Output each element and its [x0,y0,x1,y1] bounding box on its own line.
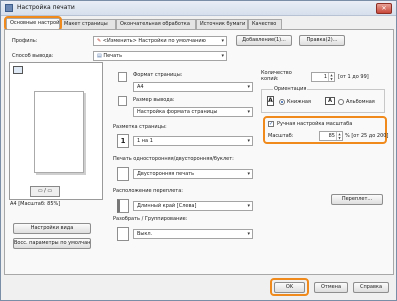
landscape-radio[interactable] [338,99,344,105]
chevron-down-icon: ▾ [247,109,250,115]
tab-finishing[interactable]: Окончательная обработка [116,19,196,29]
portrait-radio[interactable] [279,99,285,105]
portrait-icon: A [267,96,274,106]
duplex-select[interactable]: Двусторонняя печать ▾ [133,169,253,179]
tab-page-layout[interactable]: Макет страницы [60,19,116,29]
binding-value: Длинный край [Слева] [137,203,197,209]
copies-range: [от 1 до 99] [338,74,369,80]
page-layout-label: Разметка страницы: [113,124,167,130]
collate-select[interactable]: Выкл. ▾ [133,229,253,239]
chevron-down-icon: ▾ [247,231,250,237]
output-method-select[interactable]: ▤ Печать ▾ [93,51,227,61]
output-size-select[interactable]: Настройка формата страницы ▾ [133,107,253,117]
page-format-icon [118,72,127,82]
copies-stepper[interactable]: 1 ▲ ▼ [311,72,335,82]
preview-page [34,91,84,173]
cancel-button[interactable]: Отмена [314,282,348,293]
add-profile-button[interactable]: Добавление(1)... [236,35,292,46]
portrait-label: Книжная [287,99,311,105]
output-size-label: Размер вывода: [133,97,175,103]
collate-value: Выкл. [137,231,153,237]
output-method-label: Способ вывода: [12,53,54,59]
collate-label: Разобрать / Группирование: [113,216,188,222]
page-format-select[interactable]: A4 ▾ [133,82,253,92]
landscape-icon: A [325,97,335,105]
duplex-icon [117,167,129,181]
basic-settings-panel: Профиль: ✎ <Изменить> Настройки по умолч… [4,29,394,275]
orientation-label: Ориентация [273,86,308,92]
binding-select[interactable]: Длинный край [Слева] ▾ [133,201,253,211]
scale-range: % [от 25 до 200] [345,133,389,139]
printer-icon [5,4,13,12]
duplex-value: Двусторонняя печать [137,171,195,177]
page-layout-value: 1 на 1 [137,138,153,144]
binding-button[interactable]: Переплет... [331,194,383,205]
scale-label: Масштаб: [268,133,294,139]
binding-label: Расположение переплета: [113,188,183,194]
output-method-value: Печать [103,53,123,59]
title-bar: Настройка печати ✕ [1,1,396,16]
chevron-down-icon: ▾ [247,138,250,144]
manual-scaling-label: Ручная настройка масштаба [277,121,353,127]
tab-paper-source[interactable]: Источник бумаги [196,19,248,29]
output-size-icon [118,96,127,106]
help-button[interactable]: Справка [353,282,389,293]
scale-stepper[interactable]: 85 ▲ ▼ [319,131,343,141]
chevron-down-icon: ▾ [221,38,224,44]
page-preview: ▭ / ▭ [9,62,103,200]
edit-profile-button[interactable]: Правка(2)... [299,35,345,46]
profile-value: <Изменить> Настройки по умолчанию [102,38,206,44]
restore-defaults-button[interactable]: Восс. параметры по умолчанию [13,238,91,249]
duplex-label: Печать односторонняя/двусторонняя/буклет… [113,156,234,162]
page-format-label: Формат страницы: [133,72,183,78]
preview-caption: A4 [Масштаб: 85%] [10,201,61,207]
chevron-down-icon: ▾ [247,203,250,209]
scale-value: 85 [328,133,335,139]
page-format-value: A4 [137,84,144,90]
stepper-arrows-icon[interactable]: ▲ ▼ [328,73,334,81]
manual-scaling-checkbox[interactable]: ✓ [268,121,274,127]
collate-icon [117,227,129,241]
binding-icon [117,199,129,213]
print-settings-window: Настройка печати ✕ Основные настройки Ма… [0,0,397,301]
profile-label: Профиль: [12,38,38,44]
layout-1up-icon: 1 [117,134,129,148]
preview-toggle-buttons[interactable]: ▭ / ▭ [30,186,60,197]
close-button[interactable]: ✕ [376,3,392,14]
copies-value: 1 [323,74,327,80]
profile-select[interactable]: ✎ <Изменить> Настройки по умолчанию ▾ [93,36,227,46]
view-settings-button[interactable]: Настройки вида [13,223,91,234]
stepper-arrows-icon[interactable]: ▲ ▼ [336,132,342,140]
ok-button[interactable]: OK [274,282,305,293]
landscape-label: Альбомная [346,99,375,105]
copies-label: Количество копий: [261,70,292,82]
page-layout-select[interactable]: 1 на 1 ▾ [133,136,253,146]
chevron-down-icon: ▾ [247,171,250,177]
output-size-value: Настройка формата страницы [137,109,218,115]
chevron-down-icon: ▾ [247,84,250,90]
window-title: Настройка печати [17,4,75,11]
preview-mode-icon[interactable] [13,66,23,74]
tab-quality[interactable]: Качество [248,19,282,29]
chevron-down-icon: ▾ [221,53,224,59]
